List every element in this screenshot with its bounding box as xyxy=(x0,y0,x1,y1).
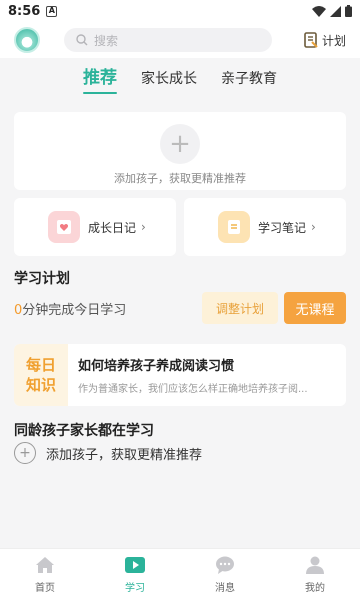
daily-knowledge-badge: 每日 知识 xyxy=(14,344,68,406)
search-input[interactable]: 搜索 xyxy=(64,28,272,52)
nav-study[interactable]: 学习 xyxy=(90,549,180,600)
growth-diary-label: 成长日记 xyxy=(88,220,137,235)
nav-home[interactable]: 首页 xyxy=(0,549,90,600)
status-time: 8:56 xyxy=(8,3,41,19)
plan-icon xyxy=(304,32,318,48)
study-plan-title: 学习计划 xyxy=(14,271,70,287)
plan-button[interactable]: 计划 xyxy=(304,32,346,49)
signal-icon xyxy=(330,5,341,17)
profile-icon xyxy=(306,556,324,574)
notes-icon xyxy=(218,211,250,243)
home-icon xyxy=(36,557,54,573)
nav-messages-label: 消息 xyxy=(215,583,235,594)
study-plan-text: 0分钟完成今日学习 xyxy=(14,299,126,318)
study-plan-desc: 分钟完成今日学习 xyxy=(22,302,127,318)
peers-add-label: 添加孩子，获取更精准推荐 xyxy=(46,447,203,463)
nav-study-label: 学习 xyxy=(125,583,145,594)
nav-home-label: 首页 xyxy=(35,583,55,594)
tab-parenting-education[interactable]: 亲子教育 xyxy=(221,68,277,94)
diary-icon xyxy=(48,211,80,243)
adjust-plan-button[interactable]: 调整计划 xyxy=(202,292,278,324)
nav-messages[interactable]: 消息 xyxy=(180,549,270,600)
plan-label: 计划 xyxy=(321,33,346,48)
add-child-card[interactable]: + 添加孩子，获取更精准推荐 xyxy=(14,112,346,190)
daily-knowledge-card[interactable]: 每日 知识 如何培养孩子养成阅读习惯 作为普通家长，我们应该怎么样正确地培养孩子… xyxy=(14,344,346,406)
study-notes-label: 学习笔记 xyxy=(258,220,307,235)
peers-add-child[interactable]: + 添加孩子，获取更精准推荐 xyxy=(14,442,202,464)
play-icon xyxy=(125,557,145,573)
content-tabs: 推荐 家长成长 亲子教育 xyxy=(0,62,360,94)
daily-knowledge-desc: 作为普通家长，我们应该怎么样正确地培养孩子阅... xyxy=(78,384,308,395)
battery-icon xyxy=(345,5,352,17)
tab-parent-growth[interactable]: 家长成长 xyxy=(141,68,197,94)
no-course-button[interactable]: 无课程 xyxy=(284,292,346,324)
search-placeholder: 搜索 xyxy=(94,33,119,48)
avatar[interactable] xyxy=(14,27,40,53)
badge-line-2: 知识 xyxy=(25,376,56,394)
add-child-hint: 添加孩子，获取更精准推荐 xyxy=(114,172,246,185)
plus-icon: + xyxy=(14,442,36,464)
wifi-icon xyxy=(312,5,326,17)
chevron-right-icon: › xyxy=(311,220,316,234)
top-bar: 搜索 计划 xyxy=(0,22,360,58)
add-child-plus-icon[interactable]: + xyxy=(160,124,200,164)
status-bar: 8:56 A xyxy=(0,0,360,22)
peers-title: 同龄孩子家长都在学习 xyxy=(14,423,154,439)
bottom-nav: 首页 学习 消息 我的 xyxy=(0,548,360,600)
nav-profile-label: 我的 xyxy=(305,583,325,594)
tab-recommend[interactable]: 推荐 xyxy=(83,63,117,94)
badge-line-1: 每日 xyxy=(25,356,56,374)
growth-diary-card[interactable]: 成长日记 › xyxy=(14,198,176,256)
quick-cards: 成长日记 › 学习笔记 › xyxy=(14,198,346,256)
nav-profile[interactable]: 我的 xyxy=(270,549,360,600)
chat-icon xyxy=(216,556,234,574)
notification-badge: A xyxy=(46,5,58,17)
study-plan-row: 0分钟完成今日学习 调整计划 无课程 xyxy=(14,292,346,324)
chevron-right-icon: › xyxy=(141,220,146,234)
search-icon xyxy=(76,34,88,46)
daily-knowledge-body: 如何培养孩子养成阅读习惯 作为普通家长，我们应该怎么样正确地培养孩子阅... xyxy=(68,355,346,395)
study-notes-card[interactable]: 学习笔记 › xyxy=(184,198,346,256)
daily-knowledge-title: 如何培养孩子养成阅读习惯 xyxy=(78,359,235,374)
